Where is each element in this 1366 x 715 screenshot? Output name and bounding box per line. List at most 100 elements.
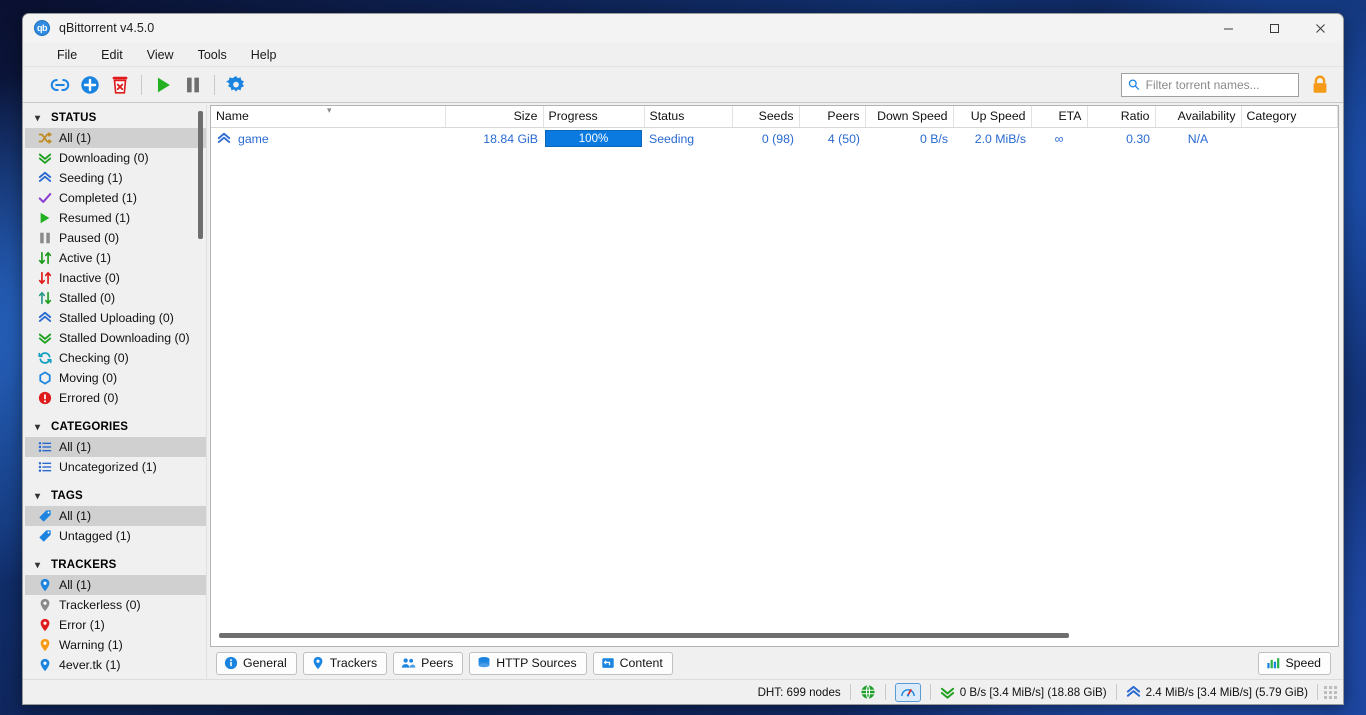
close-button[interactable]	[1297, 14, 1343, 43]
search-icon	[1128, 79, 1140, 90]
menu-help[interactable]: Help	[239, 45, 289, 65]
add-torrent-link-button[interactable]	[45, 70, 75, 100]
column-header-eta[interactable]: ETA	[1031, 106, 1088, 128]
sidebar-item-status-all[interactable]: All (1)	[25, 128, 206, 148]
sidebar-item-label: All (1)	[59, 578, 92, 592]
sidebar-item-seeding[interactable]: Seeding (1)	[25, 168, 206, 188]
resize-grip[interactable]	[1324, 685, 1337, 699]
sidebar-item-paused[interactable]: Paused (0)	[25, 228, 206, 248]
sidebar-item-label: Stalled (0)	[59, 291, 116, 305]
sidebar-item-moving[interactable]: Moving (0)	[25, 368, 206, 388]
column-header-down-speed[interactable]: Down Speed	[865, 106, 954, 128]
plus-circle-icon	[81, 75, 99, 94]
sidebar-item-tags-all[interactable]: All (1)	[25, 506, 206, 526]
tab-label: General	[243, 656, 287, 670]
cell-name[interactable]: game	[211, 128, 445, 150]
column-header-progress[interactable]: Progress	[543, 106, 645, 128]
status-alt-speed[interactable]	[886, 682, 930, 702]
minimize-button[interactable]	[1205, 14, 1251, 43]
column-header-availability[interactable]: Availability	[1155, 106, 1242, 128]
sidebar-item-trackerless[interactable]: Trackerless (0)	[25, 595, 206, 615]
globe-green-icon	[861, 685, 875, 699]
sidebar-item-tracker-warning[interactable]: Warning (1)	[25, 635, 206, 655]
search-box[interactable]	[1121, 72, 1299, 97]
search-input[interactable]	[1145, 77, 1292, 92]
torrent-name: game	[238, 131, 269, 146]
options-button[interactable]	[221, 70, 251, 100]
pin-orange-icon	[37, 638, 52, 653]
pause-button[interactable]	[178, 70, 208, 100]
torrent-table: ▾ Name Size Progress Status Seeds Peers …	[210, 105, 1339, 647]
column-header-up-speed[interactable]: Up Speed	[953, 106, 1032, 128]
tab-trackers[interactable]: Trackers	[302, 651, 388, 675]
sidebar-section-label: TRACKERS	[51, 559, 117, 571]
alt-speed-toggle[interactable]	[894, 682, 921, 702]
column-header-category[interactable]: Category	[1241, 106, 1338, 128]
speed-button[interactable]: Speed	[1258, 651, 1331, 675]
sidebar-item-untagged[interactable]: Untagged (1)	[25, 526, 206, 546]
status-bar: DHT: 699 nodes 0 B/s [3.4 MiB/s] (18.88 …	[23, 679, 1343, 704]
sidebar-section-trackers[interactable]: ▾ TRACKERS	[25, 554, 206, 575]
menu-tools[interactable]: Tools	[186, 45, 239, 65]
sidebar-item-label: Completed (1)	[59, 191, 137, 205]
column-header-ratio[interactable]: Ratio	[1087, 106, 1156, 128]
sidebar-item-resumed[interactable]: Resumed (1)	[25, 208, 206, 228]
maximize-button[interactable]	[1251, 14, 1297, 43]
sidebar-item-label: Paused (0)	[59, 231, 120, 245]
sidebar-section-tags[interactable]: ▾ TAGS	[25, 485, 206, 506]
sidebar-item-label: Stalled Downloading (0)	[59, 331, 190, 345]
sidebar-item-label: Seeding (1)	[59, 171, 123, 185]
column-header-seeds[interactable]: Seeds	[732, 106, 800, 128]
sidebar-item-active[interactable]: Active (1)	[25, 248, 206, 268]
column-header-peers[interactable]: Peers	[799, 106, 866, 128]
tab-general[interactable]: General	[216, 651, 297, 675]
sidebar-section-categories[interactable]: ▾ CATEGORIES	[25, 416, 206, 437]
menu-file[interactable]: File	[45, 45, 89, 65]
table-row[interactable]: game 18.84 GiB 100% Seeding 0 (98) 4 (50…	[211, 127, 1338, 150]
column-header-size[interactable]: Size	[445, 106, 544, 128]
play-icon	[157, 77, 170, 92]
progress-bar: 100%	[545, 130, 642, 147]
sidebar-item-errored[interactable]: Errored (0)	[25, 388, 206, 408]
sidebar-item-tracker-4evertk[interactable]: 4ever.tk (1)	[25, 655, 206, 675]
add-torrent-file-button[interactable]	[75, 70, 105, 100]
sidebar-item-inactive[interactable]: Inactive (0)	[25, 268, 206, 288]
tab-peers[interactable]: Peers	[393, 651, 464, 675]
menu-view[interactable]: View	[135, 45, 186, 65]
sidebar-item-uncategorized[interactable]: Uncategorized (1)	[25, 457, 206, 477]
sidebar-item-downloading[interactable]: Downloading (0)	[25, 148, 206, 168]
resume-button[interactable]	[148, 70, 178, 100]
table-hscroll-area	[211, 629, 1338, 646]
trash-icon	[112, 76, 128, 94]
window-controls	[1205, 14, 1343, 43]
status-divider	[1317, 684, 1318, 700]
sidebar-item-stalled[interactable]: Stalled (0)	[25, 288, 206, 308]
sidebar-item-trackers-all[interactable]: All (1)	[25, 575, 206, 595]
cell-progress: 100%	[543, 127, 644, 150]
sidebar-section-status[interactable]: ▾ STATUS	[25, 107, 206, 128]
cell-seeds: 0 (98)	[761, 131, 794, 146]
sidebar-item-tracker-error[interactable]: Error (1)	[25, 615, 206, 635]
sidebar-item-categories-all[interactable]: All (1)	[25, 437, 206, 457]
sidebar-item-completed[interactable]: Completed (1)	[25, 188, 206, 208]
menu-edit[interactable]: Edit	[89, 45, 135, 65]
tab-http-sources[interactable]: HTTP Sources	[469, 651, 587, 675]
lock-button[interactable]	[1307, 72, 1333, 98]
refresh-icon	[37, 351, 52, 366]
sidebar-item-stalled-downloading[interactable]: Stalled Downloading (0)	[25, 328, 206, 348]
column-header-status[interactable]: Status	[644, 106, 733, 128]
table-horizontal-scrollbar[interactable]	[219, 633, 1069, 638]
tab-content[interactable]: Content	[592, 651, 673, 675]
sidebar-item-stalled-uploading[interactable]: Stalled Uploading (0)	[25, 308, 206, 328]
cell-category	[1241, 127, 1338, 150]
pin-blue-icon	[37, 658, 52, 673]
status-dht: DHT: 699 nodes	[749, 686, 850, 699]
tab-label: Content	[619, 656, 663, 670]
status-upload: 2.4 MiB/s [3.4 MiB/s] (5.79 GiB)	[1117, 685, 1317, 700]
sidebar-item-checking[interactable]: Checking (0)	[25, 348, 206, 368]
sidebar-scrollbar[interactable]	[198, 111, 203, 239]
delete-torrent-button[interactable]	[105, 70, 135, 100]
status-connection[interactable]	[851, 684, 885, 700]
pin-red-icon	[37, 618, 52, 633]
